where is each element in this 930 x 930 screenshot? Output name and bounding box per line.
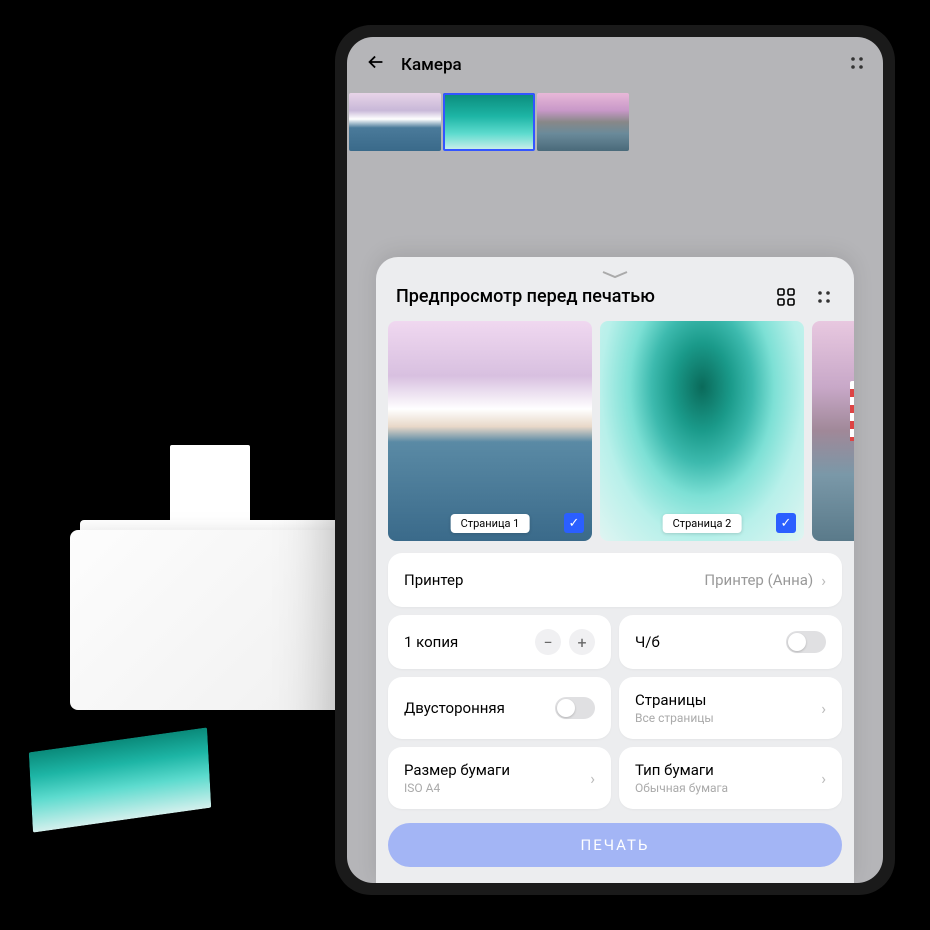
copies-stepper: 1 копия − +: [388, 615, 611, 669]
top-bar: Камера: [347, 37, 883, 93]
tablet-frame: Камера Предпросмотр перед печатью: [335, 25, 895, 895]
pages-selector[interactable]: Страницы Все страницы ›: [619, 677, 842, 739]
thumbnail-item[interactable]: [349, 93, 441, 151]
bw-toggle-row: Ч/б: [619, 615, 842, 669]
print-button[interactable]: ПЕЧАТЬ: [388, 823, 842, 867]
setting-label: 1 копия: [404, 633, 458, 651]
duplex-toggle-row: Двусторонняя: [388, 677, 611, 739]
thumbnail-item[interactable]: [537, 93, 629, 151]
page-title: Камера: [401, 55, 462, 75]
sheet-handle-icon[interactable]: [601, 265, 629, 270]
check-icon[interactable]: ✓: [776, 513, 796, 533]
increment-button[interactable]: +: [569, 629, 595, 655]
thumbnail-strip: [347, 93, 883, 151]
decrement-button[interactable]: −: [535, 629, 561, 655]
chevron-right-icon: ›: [821, 571, 826, 590]
page-label: Страница 1: [451, 514, 530, 533]
duplex-toggle[interactable]: [555, 697, 595, 719]
setting-value: Принтер (Анна): [704, 571, 813, 589]
setting-label: Ч/б: [635, 633, 660, 651]
back-arrow-icon[interactable]: [365, 51, 387, 79]
printer-selector[interactable]: Принтер Принтер (Анна) ›: [388, 553, 842, 607]
setting-value: ISO A4: [404, 781, 510, 795]
preview-row: Страница 1 ✓ Страница 2 ✓: [376, 321, 854, 541]
grid-view-icon[interactable]: [776, 287, 796, 307]
preview-page[interactable]: Страница 1 ✓: [388, 321, 592, 541]
tablet-screen: Камера Предпросмотр перед печатью: [347, 37, 883, 883]
sheet-header: Предпросмотр перед печатью: [376, 274, 854, 321]
setting-label: Страницы: [635, 691, 714, 709]
paper-type-selector[interactable]: Тип бумаги Обычная бумага ›: [619, 747, 842, 809]
setting-label: Тип бумаги: [635, 761, 728, 779]
setting-label: Принтер: [404, 571, 463, 589]
setting-value: Все страницы: [635, 711, 714, 725]
sheet-title: Предпросмотр перед печатью: [396, 286, 655, 307]
thumbnail-item[interactable]: [443, 93, 535, 151]
preview-page[interactable]: [812, 321, 854, 541]
printer-illustration: [40, 450, 380, 850]
paper-size-selector[interactable]: Размер бумаги ISO A4 ›: [388, 747, 611, 809]
setting-label: Двусторонняя: [404, 699, 505, 717]
page-label: Страница 2: [663, 514, 742, 533]
check-icon[interactable]: ✓: [564, 513, 584, 533]
setting-label: Размер бумаги: [404, 761, 510, 779]
setting-value: Обычная бумага: [635, 781, 728, 795]
chevron-right-icon: ›: [821, 699, 826, 718]
print-settings: Принтер Принтер (Анна) › 1 копия − +: [376, 541, 854, 809]
chevron-right-icon: ›: [821, 769, 826, 788]
preview-page[interactable]: Страница 2 ✓: [600, 321, 804, 541]
more-icon[interactable]: [814, 287, 834, 307]
print-preview-sheet: Предпросмотр перед печатью Страница 1 ✓: [376, 257, 854, 883]
more-icon[interactable]: [849, 55, 865, 75]
chevron-right-icon: ›: [590, 769, 595, 788]
bw-toggle[interactable]: [786, 631, 826, 653]
